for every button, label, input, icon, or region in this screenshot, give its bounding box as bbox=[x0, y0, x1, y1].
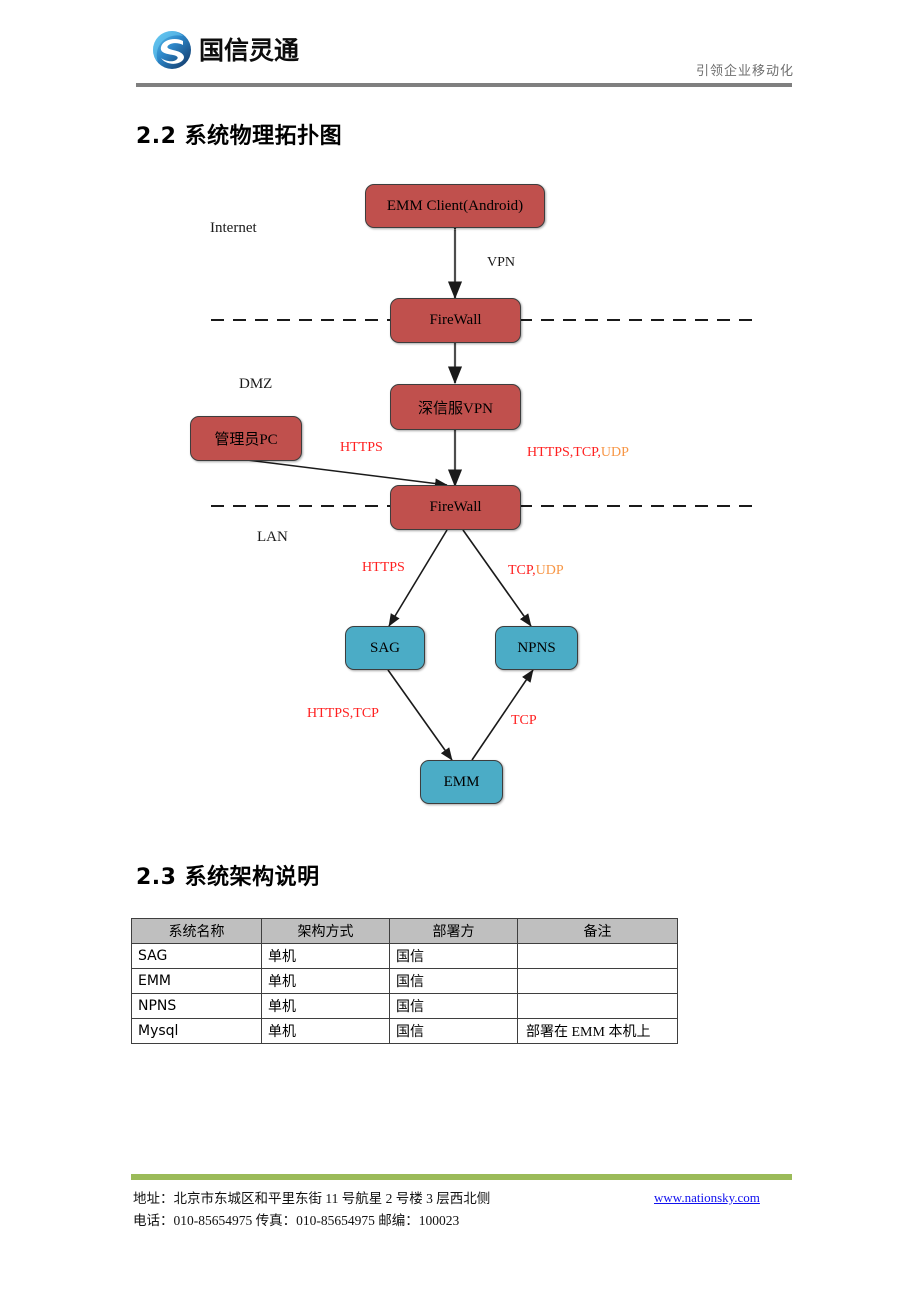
edge-firewallbottom-sag bbox=[388, 517, 458, 627]
cell-note bbox=[517, 943, 678, 969]
node-emm-client[interactable]: EMM Client(Android) bbox=[365, 184, 545, 228]
cell-deployer: 国信 bbox=[389, 943, 518, 969]
cell-name: EMM bbox=[131, 968, 262, 994]
brand-logo: 国信灵通 bbox=[152, 30, 299, 70]
edge-label-vpn: VPN bbox=[487, 255, 516, 270]
cell-arch: 单机 bbox=[261, 943, 390, 969]
topology-diagram: EMM Client(Android) FireWall 深信服VPN 管理员P… bbox=[0, 160, 920, 830]
node-sag[interactable]: SAG bbox=[345, 626, 425, 670]
table-header-note: 备注 bbox=[517, 918, 678, 944]
table-header-name: 系统名称 bbox=[131, 918, 262, 944]
table-row: EMM 单机 国信 bbox=[131, 968, 678, 994]
edge-label-https-tcp-part: HTTPS,TCP, bbox=[527, 445, 601, 460]
cell-note bbox=[517, 993, 678, 1019]
table-header-arch: 架构方式 bbox=[261, 918, 390, 944]
footer-contact: 电话：010-85654975 传真：010-85654975 邮编：10002… bbox=[133, 1213, 460, 1228]
edge-sag-emm bbox=[376, 657, 453, 761]
nationsky-swirl-logo-icon bbox=[153, 31, 191, 69]
node-firewall-bottom[interactable]: FireWall bbox=[390, 485, 521, 530]
table-header-deployer: 部署方 bbox=[389, 918, 518, 944]
edge-label-tcp-part: TCP, bbox=[508, 563, 536, 578]
cell-deployer: 国信 bbox=[389, 968, 518, 994]
edge-label-tcp-emm: TCP bbox=[511, 713, 537, 728]
cell-name: NPNS bbox=[131, 993, 262, 1019]
edge-label-udp-part-1: UDP bbox=[600, 445, 629, 460]
section-heading-topology: 2.2 系统物理拓扑图 bbox=[136, 124, 343, 149]
zone-label-lan: LAN bbox=[257, 529, 288, 545]
architecture-table: 系统名称 架构方式 部署方 备注 SAG 单机 国信 EMM 单机 国信 NPN… bbox=[131, 918, 678, 1044]
node-admin-pc[interactable]: 管理员PC bbox=[190, 416, 302, 461]
cell-deployer: 国信 bbox=[389, 1018, 518, 1044]
edge-label-https-sag: HTTPS bbox=[362, 560, 405, 575]
table-row: NPNS 单机 国信 bbox=[131, 993, 678, 1019]
table-row: SAG 单机 国信 bbox=[131, 943, 678, 969]
cell-arch: 单机 bbox=[261, 968, 390, 994]
node-npns[interactable]: NPNS bbox=[495, 626, 578, 670]
brand-name: 国信灵通 bbox=[199, 35, 300, 65]
header-divider bbox=[136, 83, 792, 87]
edge-adminpc-firewallbottom bbox=[246, 459, 448, 489]
node-firewall-top[interactable]: FireWall bbox=[390, 298, 521, 343]
cell-name: Mysql bbox=[131, 1018, 262, 1044]
edge-label-https-tcp-udp: HTTPS,TCP,UDP bbox=[527, 445, 629, 461]
edge-label-tcp-udp: TCP,UDP bbox=[508, 563, 564, 579]
table-header-row: 系统名称 架构方式 部署方 备注 bbox=[131, 918, 678, 944]
section-heading-architecture: 2.3 系统架构说明 bbox=[136, 865, 320, 890]
footer-website-link[interactable]: www.nationsky.com bbox=[654, 1190, 760, 1206]
edge-label-udp-part-2: UDP bbox=[535, 563, 564, 578]
cell-note: 部署在 EMM 本机上 bbox=[517, 1018, 678, 1044]
node-sangfor-vpn[interactable]: 深信服VPN bbox=[390, 384, 521, 430]
cell-arch: 单机 bbox=[261, 1018, 390, 1044]
cell-note bbox=[517, 968, 678, 994]
table-row: Mysql 单机 国信 部署在 EMM 本机上 bbox=[131, 1018, 678, 1044]
footer-address: 地址：北京市东城区和平里东街 11 号航星 2 号楼 3 层西北侧 bbox=[133, 1191, 491, 1206]
footer-contact-block: 地址：北京市东城区和平里东街 11 号航星 2 号楼 3 层西北侧 电话：010… bbox=[133, 1188, 490, 1232]
zone-label-dmz: DMZ bbox=[239, 376, 273, 392]
edge-label-https-admin: HTTPS bbox=[340, 440, 383, 455]
cell-deployer: 国信 bbox=[389, 993, 518, 1019]
footer-divider bbox=[131, 1174, 792, 1180]
node-emm[interactable]: EMM bbox=[420, 760, 503, 804]
header-slogan: 引领企业移动化 bbox=[695, 63, 794, 78]
zone-label-internet: Internet bbox=[210, 220, 257, 236]
edge-label-https-tcp-emm: HTTPS,TCP bbox=[307, 706, 379, 721]
page-header: 国信灵通 引领企业移动化 bbox=[0, 0, 920, 90]
cell-name: SAG bbox=[131, 943, 262, 969]
cell-arch: 单机 bbox=[261, 993, 390, 1019]
